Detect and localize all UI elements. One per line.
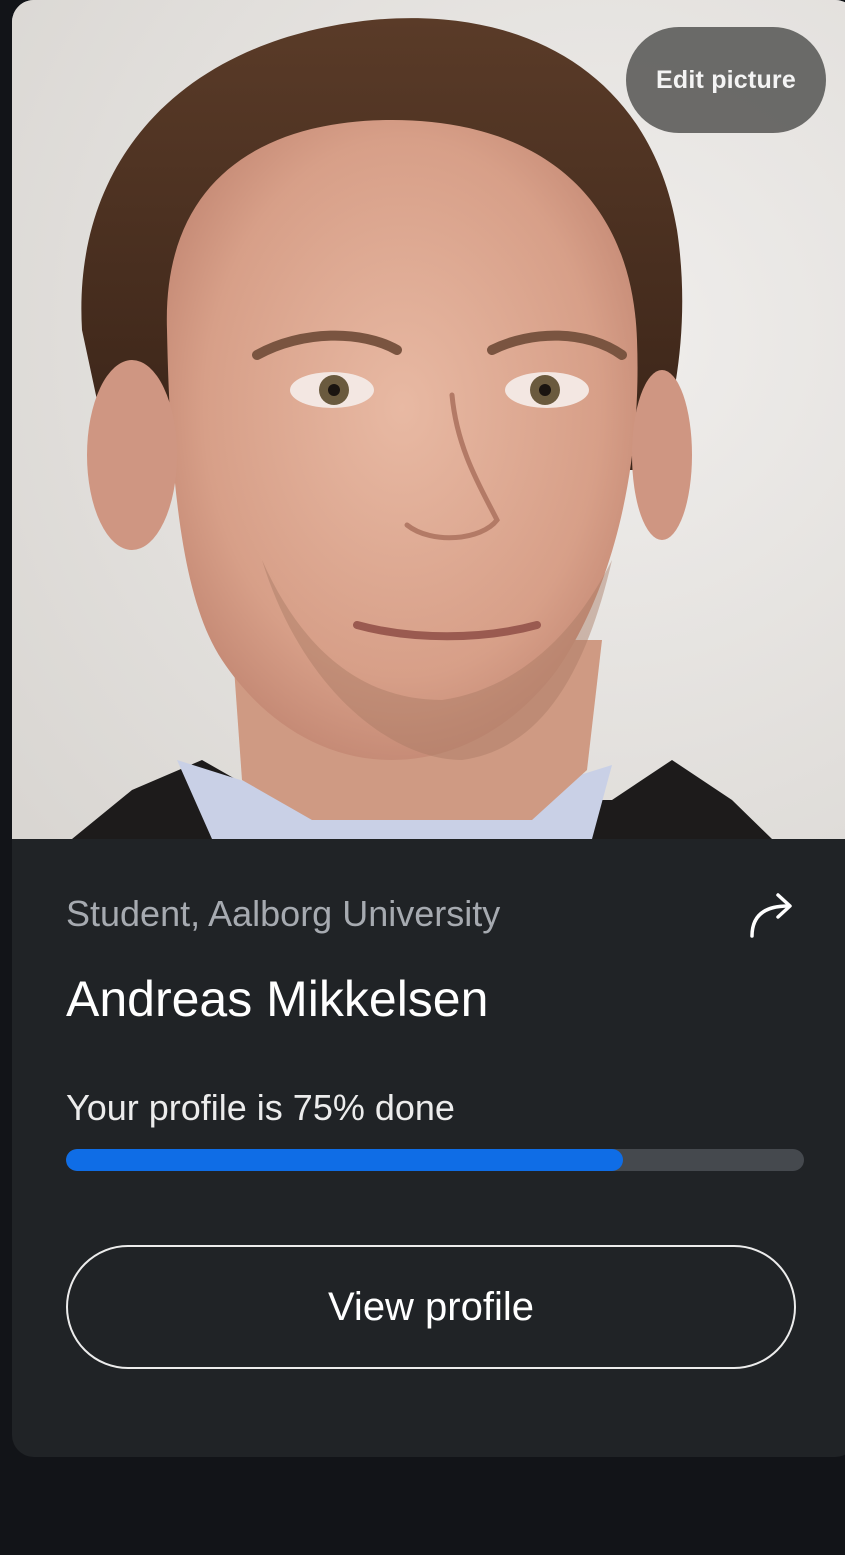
share-arrow-icon[interactable] bbox=[742, 884, 802, 944]
profile-name: Andreas Mikkelsen bbox=[66, 971, 489, 1027]
profile-card: Edit picture Student, Aalborg University… bbox=[12, 0, 845, 1457]
view-profile-button[interactable]: View profile bbox=[66, 1245, 796, 1369]
profile-role: Student, Aalborg University bbox=[66, 893, 501, 934]
profile-progress-bar bbox=[66, 1149, 804, 1171]
profile-progress-fill bbox=[66, 1149, 624, 1171]
edit-picture-button[interactable]: Edit picture bbox=[626, 27, 826, 133]
profile-progress-text: Your profile is 75% done bbox=[66, 1087, 455, 1128]
